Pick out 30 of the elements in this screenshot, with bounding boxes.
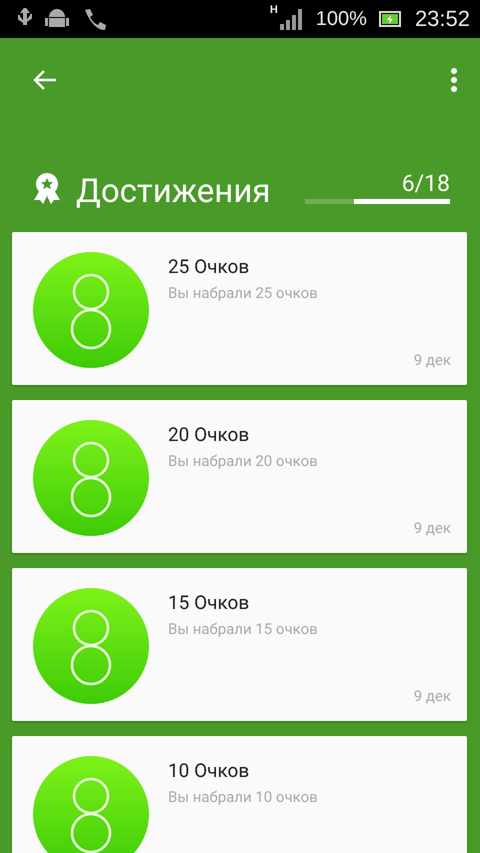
achievement-title: 20 Очков bbox=[168, 423, 250, 446]
achievement-card[interactable]: 15 Очков Вы набрали 15 очков 9 дек bbox=[12, 568, 467, 721]
figure-eight-medal-icon bbox=[33, 420, 149, 536]
battery-percent: 100% bbox=[316, 8, 367, 30]
achievement-date: 9 дек bbox=[414, 351, 451, 369]
achievement-date: 9 дек bbox=[414, 687, 451, 705]
progress-count: 6/18 bbox=[402, 170, 450, 197]
more-vertical-icon bbox=[450, 67, 458, 93]
figure-eight-medal-icon bbox=[33, 588, 149, 704]
achievement-card[interactable]: 20 Очков Вы набрали 20 очков 9 дек bbox=[12, 400, 467, 553]
network-type-label: H bbox=[270, 4, 278, 16]
signal-icon bbox=[280, 8, 304, 30]
achievement-date: 9 дек bbox=[414, 519, 451, 537]
achievement-card[interactable]: 25 Очков Вы набрали 25 очков 9 дек bbox=[12, 232, 467, 385]
back-arrow-icon bbox=[32, 68, 58, 92]
clock-time: 23:52 bbox=[414, 6, 470, 32]
achievement-description: Вы набрали 25 очков bbox=[168, 284, 318, 302]
achievement-description: Вы набрали 10 очков bbox=[168, 788, 318, 806]
achievement-card[interactable]: 10 Очков Вы набрали 10 очков bbox=[12, 736, 467, 853]
achievement-title: 25 Очков bbox=[168, 255, 250, 278]
achievement-description: Вы набрали 20 очков bbox=[168, 452, 318, 470]
figure-eight-medal-icon bbox=[33, 756, 149, 853]
award-ribbon-icon bbox=[32, 172, 62, 204]
page-title: Достижения bbox=[76, 175, 270, 208]
battery-charging-icon bbox=[378, 11, 403, 27]
phone-icon bbox=[82, 7, 108, 31]
achievement-description: Вы набрали 15 очков bbox=[168, 620, 318, 638]
achievement-title: 15 Очков bbox=[168, 591, 250, 614]
achievement-title: 10 Очков bbox=[168, 759, 250, 782]
figure-eight-medal-icon bbox=[33, 252, 149, 368]
